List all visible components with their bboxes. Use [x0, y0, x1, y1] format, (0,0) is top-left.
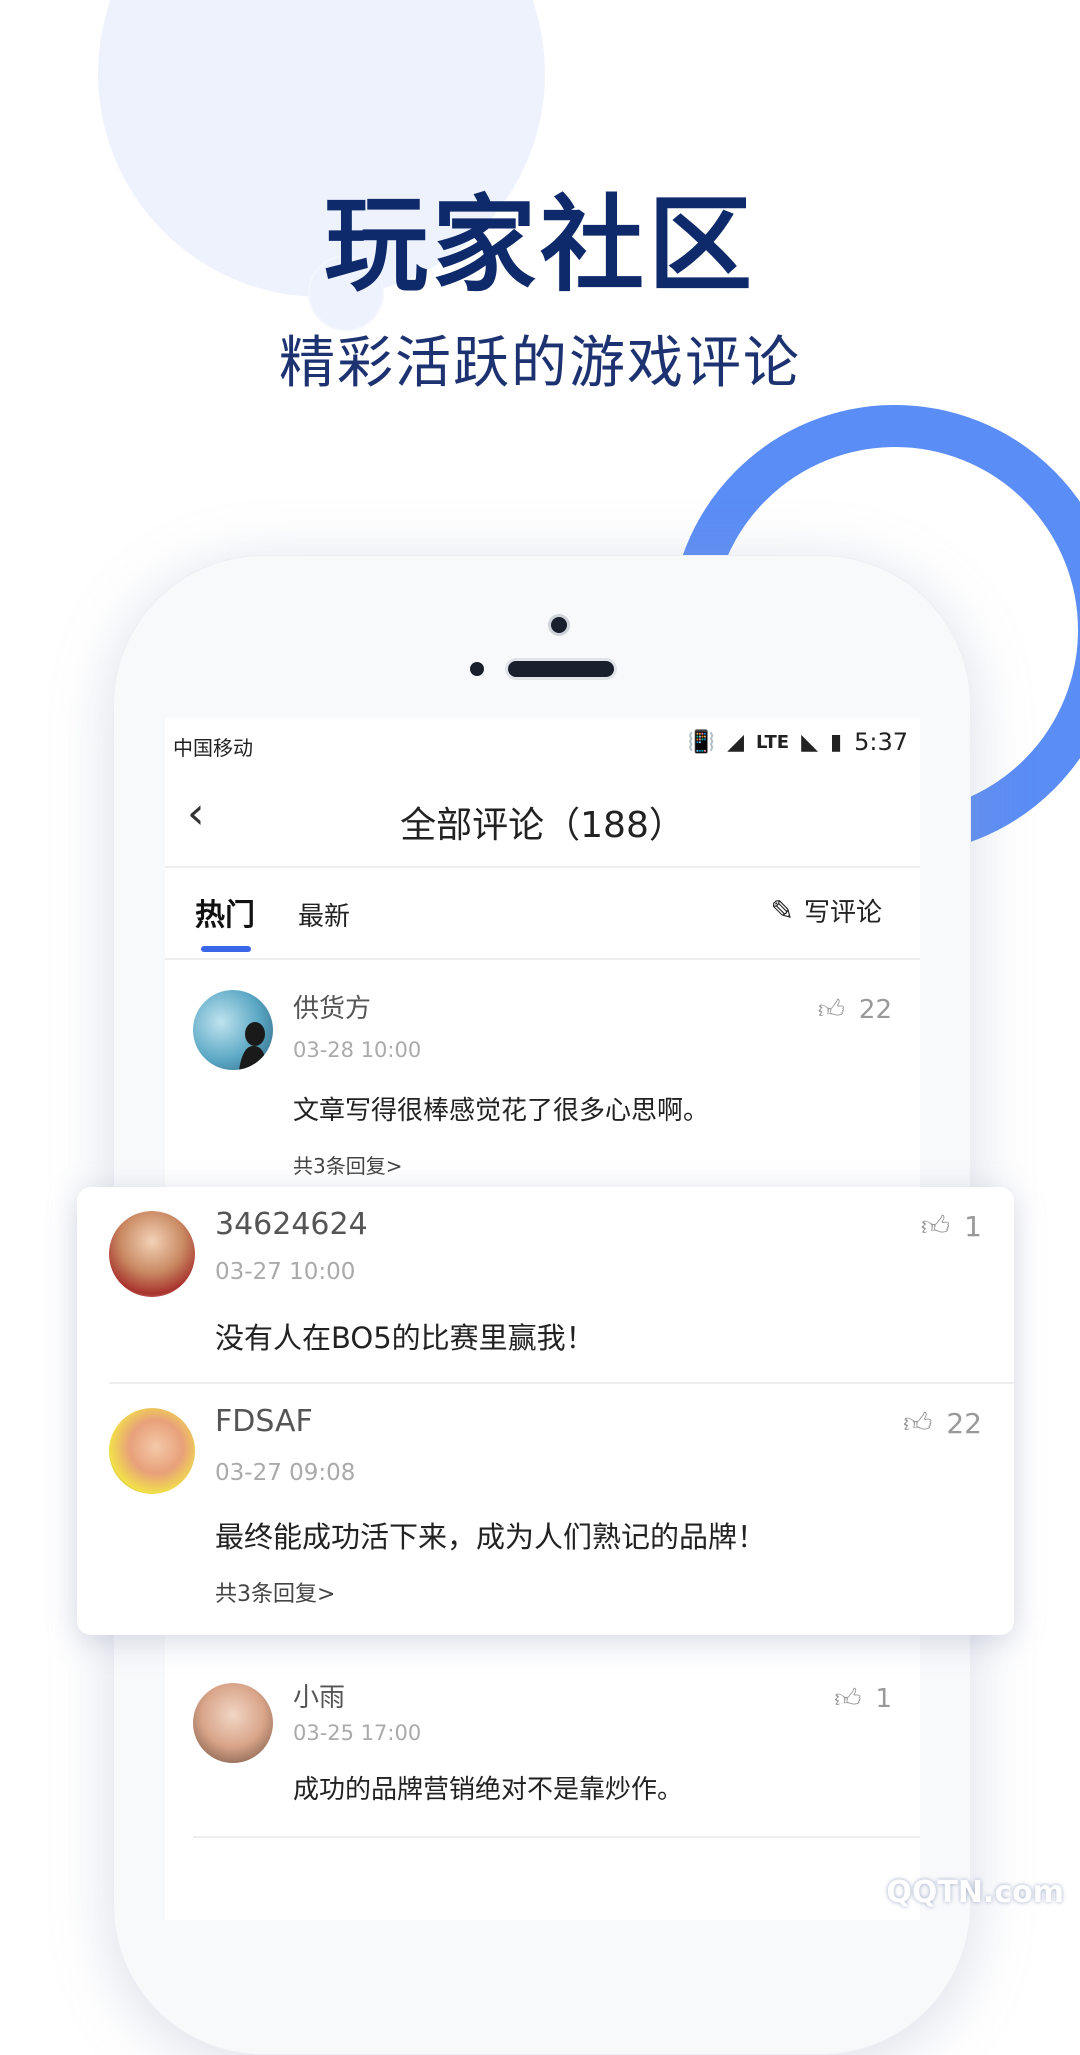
hero-title: 玩家社区	[323, 184, 756, 306]
comment-text: 没有人在BO5的比赛里赢我！	[215, 1321, 595, 1355]
avatar[interactable]	[193, 990, 273, 1070]
thumbs-up-icon: 👍︎	[903, 1406, 933, 1439]
like-button[interactable]: 👍︎ 22	[817, 994, 892, 1026]
signal-icon: ◢	[727, 729, 744, 755]
comment-item: FDSAF 03-27 09:08 👍︎ 22 最终能成功活下来，成为人们熟记的…	[77, 1384, 1014, 1635]
phone-speaker	[508, 661, 614, 677]
like-count: 1	[964, 1209, 982, 1243]
like-button[interactable]: 👍︎ 1	[834, 1683, 892, 1715]
page-title: 全部评论（188）	[400, 805, 685, 846]
comment-item: 供货方 03-28 10:00 👍︎ 22 文章写得很棒感觉花了很多心思啊。 共…	[165, 958, 920, 1188]
like-button[interactable]: 👍︎ 1	[921, 1209, 982, 1243]
active-tab-indicator	[201, 946, 251, 952]
tab-bar: 热门 最新 ✎ 写评论	[165, 868, 920, 960]
comment-item: 小雨 03-25 17:00 👍︎ 1 成功的品牌营销绝对不是靠炒作。	[165, 1653, 920, 1853]
comment-author[interactable]: 34624624	[215, 1207, 368, 1242]
replies-link[interactable]: 共3条回复>	[215, 1576, 335, 1608]
avatar[interactable]	[109, 1211, 195, 1297]
comment-text: 最终能成功活下来，成为人们熟记的品牌！	[215, 1520, 767, 1554]
avatar[interactable]	[109, 1408, 195, 1494]
write-comment-button[interactable]: ✎ 写评论	[771, 892, 882, 929]
watermark: QQTN.com	[886, 1875, 1064, 1910]
status-bar: 中国移动 📳 ◢ LTE ◣ ▮ 5:37	[165, 718, 920, 770]
comment-author[interactable]: FDSAF	[215, 1404, 313, 1439]
thumbs-up-icon: 👍︎	[834, 1684, 862, 1714]
comment-text: 文章写得很棒感觉花了很多心思啊。	[293, 1096, 710, 1126]
comment-text: 成功的品牌营销绝对不是靠炒作。	[293, 1775, 684, 1805]
phone-camera	[551, 617, 567, 633]
wifi-off-icon: ◣	[801, 729, 818, 755]
vibrate-icon: 📳	[687, 729, 716, 755]
tab-latest[interactable]: 最新	[298, 896, 350, 933]
comment-time: 03-28 10:00	[293, 1038, 422, 1062]
thumbs-up-icon: 👍︎	[817, 995, 845, 1025]
status-icons: 📳 ◢ LTE ◣ ▮ 5:37	[688, 728, 908, 756]
like-count: 22	[946, 1406, 982, 1440]
phone-sensor	[470, 662, 484, 676]
avatar[interactable]	[193, 1683, 273, 1763]
avatar-silhouette-icon	[239, 1022, 266, 1070]
comment-author[interactable]: 供货方	[293, 988, 371, 1025]
comment-item: 34624624 03-27 10:00 👍︎ 1 没有人在BO5的比赛里赢我！	[77, 1187, 1014, 1384]
comment-author[interactable]: 小雨	[293, 1677, 345, 1714]
like-button[interactable]: 👍︎ 22	[903, 1406, 982, 1440]
tab-hot[interactable]: 热门	[195, 890, 255, 934]
write-comment-label: 写评论	[803, 898, 882, 928]
divider	[193, 1836, 920, 1838]
carrier-label: 中国移动	[173, 736, 253, 760]
highlighted-comments-card: 34624624 03-27 10:00 👍︎ 1 没有人在BO5的比赛里赢我！…	[77, 1187, 1014, 1635]
replies-link[interactable]: 共3条回复>	[293, 1150, 402, 1179]
nav-bar: ‹ 全部评论（188）	[165, 770, 920, 868]
battery-icon: ▮	[829, 729, 843, 755]
comment-time: 03-25 17:00	[293, 1721, 422, 1745]
hero-subtitle: 精彩活跃的游戏评论	[279, 331, 801, 396]
network-type: LTE	[755, 731, 790, 753]
like-count: 22	[858, 994, 892, 1025]
comment-time: 03-27 10:00	[215, 1259, 356, 1285]
thumbs-up-icon: 👍︎	[920, 1209, 951, 1242]
comment-time: 03-27 09:08	[215, 1460, 356, 1486]
pen-icon: ✎	[770, 894, 794, 927]
like-count: 1	[875, 1683, 892, 1714]
clock: 5:37	[854, 728, 908, 756]
